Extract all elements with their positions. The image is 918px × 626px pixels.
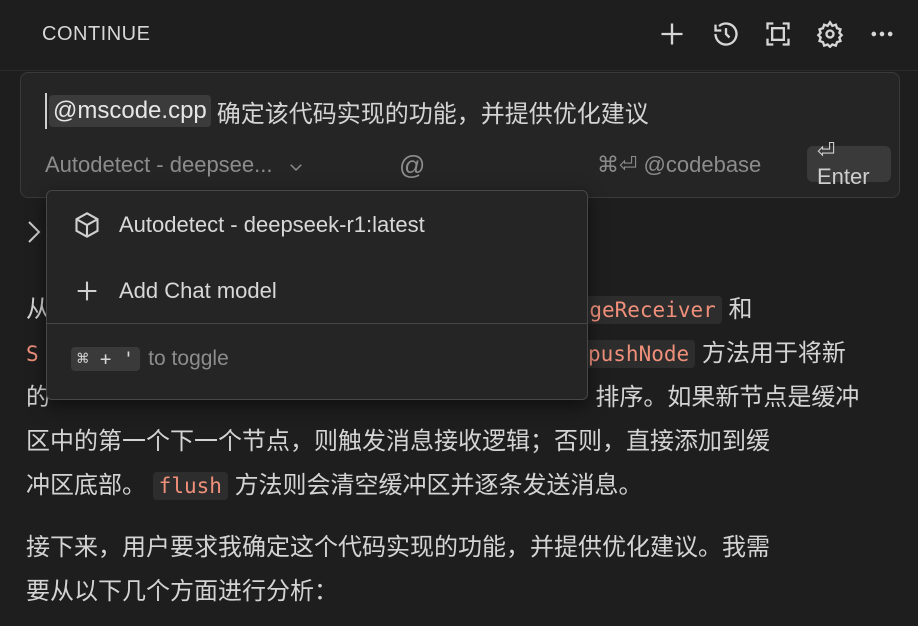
dropdown-item-autodetect[interactable]: Autodetect - deepseek-r1:latest	[47, 193, 587, 257]
dropdown-toggle-hint: ⌘ + ' to toggle	[71, 347, 229, 371]
toggle-hint-text: to toggle	[148, 347, 229, 370]
model-dropdown: Autodetect - deepseek-r1:latest Add Chat…	[46, 190, 588, 400]
model-selector-label: Autodetect - deepsee...	[45, 152, 273, 177]
chevron-right-icon[interactable]	[24, 218, 44, 246]
input-toolbar: Autodetect - deepsee... @ ⌘⏎ @codebase ⏎…	[45, 138, 891, 189]
dropdown-item-label: Add Chat model	[119, 278, 277, 303]
fullscreen-icon[interactable]	[762, 18, 794, 50]
response-line-5: 冲区底部。 flush 方法则会清空缓冲区并逐条发送消息。	[26, 472, 643, 500]
code-span: geReceiver	[583, 296, 722, 324]
text-cursor	[45, 93, 47, 129]
history-icon[interactable]	[710, 18, 742, 50]
panel-title: CONTINUE	[42, 23, 151, 45]
query-text: 确定该代码实现的功能，并提供优化建议	[216, 100, 649, 128]
file-mention-chip[interactable]: @mscode.cpp	[49, 95, 211, 127]
dropdown-item-label: Autodetect - deepseek-r1:latest	[119, 212, 425, 237]
chat-input-box[interactable]: @mscode.cpp 确定该代码实现的功能，并提供优化建议 Autodetec…	[20, 72, 900, 198]
gear-icon[interactable]	[814, 18, 846, 50]
plus-icon	[73, 277, 101, 305]
response-line: 要从以下几个方面进行分析：	[26, 578, 338, 605]
code-span: flush	[152, 472, 228, 500]
dropdown-item-add-chat-model[interactable]: Add Chat model	[47, 259, 587, 323]
chevron-down-icon	[287, 156, 305, 174]
code-span: pushNode	[582, 340, 696, 368]
plus-icon[interactable]	[656, 18, 688, 50]
keyboard-shortcut: ⌘ + '	[71, 347, 141, 371]
response-paragraph-2: 接下来，用户要求我确定这个代码实现的功能，并提供优化建议。我需 要从以下几个方面…	[26, 526, 898, 614]
codebase-shortcut-hint: ⌘⏎ @codebase	[597, 152, 762, 177]
response-line: 接下来，用户要求我确定这个代码实现的功能，并提供优化建议。我需	[26, 534, 770, 561]
dropdown-divider	[47, 323, 587, 324]
model-selector[interactable]: Autodetect - deepsee...	[45, 149, 305, 181]
cube-icon	[73, 211, 101, 239]
enter-button[interactable]: ⏎ Enter	[807, 138, 891, 189]
response-line-4: 区中的第一个下一个节点，则触发消息接收逻辑；否则，直接添加到缓	[26, 428, 770, 455]
more-icon[interactable]	[866, 18, 898, 50]
at-mention-button[interactable]: @	[399, 149, 425, 181]
chat-input-text[interactable]: @mscode.cpp 确定该代码实现的功能，并提供优化建议	[45, 93, 649, 129]
panel-header: CONTINUE	[0, 0, 918, 71]
